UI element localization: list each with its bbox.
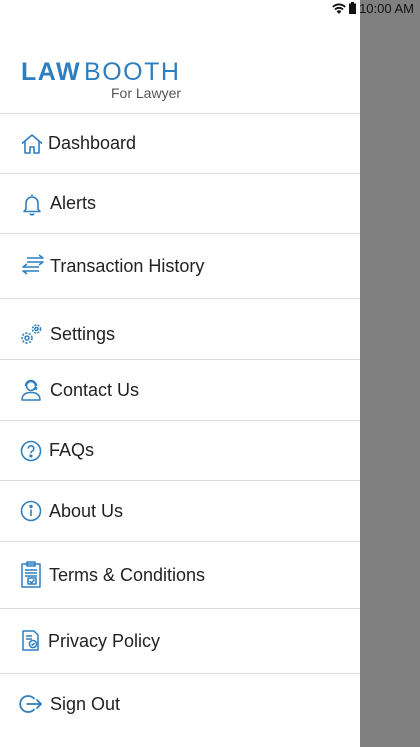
menu-item-alerts[interactable]: Alerts — [0, 174, 360, 233]
status-time: 10:00 AM — [359, 0, 414, 16]
menu-item-transaction-history[interactable]: Transaction History — [0, 234, 360, 298]
status-bar: 10:00 AM — [0, 0, 420, 16]
gears-icon — [18, 321, 44, 347]
menu-item-label: Privacy Policy — [48, 630, 161, 651]
menu-item-about-us[interactable]: About Us — [0, 481, 360, 541]
navigation-drawer: LAW BOOTH For Lawyer Dashboard Alerts Tr… — [0, 0, 360, 747]
menu-item-sign-out[interactable]: Sign Out — [0, 674, 360, 734]
menu-item-label: FAQs — [49, 440, 95, 460]
menu-item-dashboard[interactable]: Dashboard — [0, 114, 360, 173]
brand-name-bold: LAW — [21, 58, 82, 86]
privacy-document-icon — [18, 628, 44, 654]
menu-item-terms-conditions[interactable]: Terms & Conditions — [0, 542, 360, 608]
menu-item-label: About Us — [49, 500, 124, 521]
bell-icon — [19, 191, 45, 217]
transfer-arrows-icon — [19, 253, 47, 279]
home-icon — [19, 131, 45, 157]
question-circle-icon — [18, 438, 44, 464]
battery-icon — [349, 2, 357, 14]
sign-out-icon — [18, 691, 44, 717]
menu-item-label: Terms & Conditions — [49, 564, 206, 585]
menu-item-label: Contact Us — [50, 379, 140, 400]
menu-item-label: Dashboard — [48, 133, 137, 153]
support-agent-icon — [18, 377, 44, 403]
menu-item-faqs[interactable]: FAQs — [0, 421, 360, 480]
menu-item-privacy-policy[interactable]: Privacy Policy — [0, 609, 360, 673]
brand-subtitle: For Lawyer — [111, 85, 182, 101]
menu-item-label: Alerts — [50, 193, 97, 213]
drawer-scrim-overlay[interactable] — [360, 0, 420, 747]
app-logo: LAW BOOTH For Lawyer — [21, 58, 351, 104]
menu-item-label: Settings — [50, 324, 116, 344]
brand-name-light: BOOTH — [84, 58, 181, 86]
menu-item-label: Sign Out — [50, 693, 121, 714]
wifi-icon — [332, 3, 346, 14]
clipboard-check-icon — [18, 561, 44, 588]
menu-item-contact-us[interactable]: Contact Us — [0, 360, 360, 420]
menu-item-label: Transaction History — [50, 255, 205, 276]
info-circle-icon — [18, 498, 44, 524]
